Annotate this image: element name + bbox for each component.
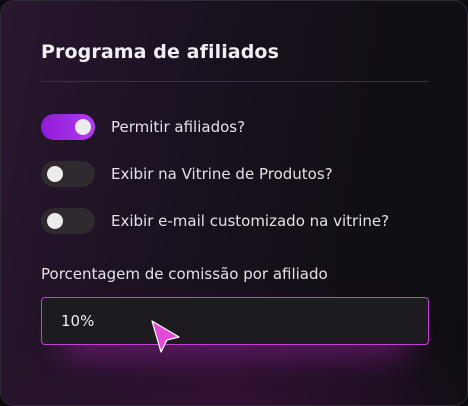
- toggle-row-allow-affiliates: Permitir afiliados?: [41, 114, 245, 140]
- toggle-row-custom-email: Exibir e-mail customizado na vitrine?: [41, 208, 389, 234]
- custom-email-toggle[interactable]: [41, 208, 95, 234]
- cursor-arrow-icon: [151, 320, 180, 353]
- toggle-row-show-in-showcase: Exibir na Vitrine de Produtos?: [41, 161, 333, 187]
- allow-affiliates-label: Permitir afiliados?: [111, 118, 246, 136]
- allow-affiliates-toggle[interactable]: [41, 114, 95, 140]
- commission-input-value: 10%: [61, 312, 95, 330]
- toggle-knob: [47, 166, 63, 182]
- affiliate-program-card: Programa de afiliados Permitir afiliados…: [0, 0, 468, 406]
- show-in-showcase-label: Exibir na Vitrine de Produtos?: [111, 165, 333, 183]
- toggle-knob: [75, 119, 91, 135]
- commission-field-label: Porcentagem de comissão por afiliado: [41, 265, 328, 283]
- custom-email-label: Exibir e-mail customizado na vitrine?: [111, 212, 390, 230]
- show-in-showcase-toggle[interactable]: [41, 161, 95, 187]
- divider: [41, 81, 429, 82]
- commission-input[interactable]: 10%: [41, 297, 429, 345]
- toggle-knob: [47, 213, 63, 229]
- panel-title: Programa de afiliados: [41, 41, 279, 63]
